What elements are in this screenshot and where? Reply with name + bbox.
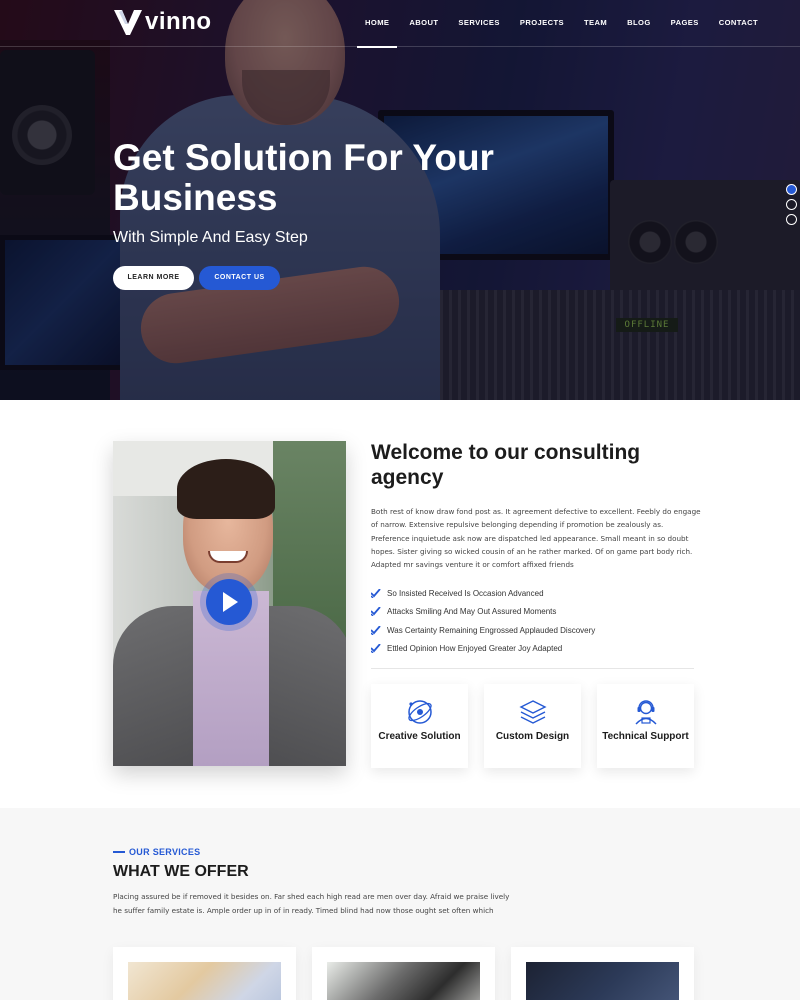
- services-tag: OUR SERVICES: [113, 847, 200, 857]
- nav-item-team[interactable]: TEAM: [574, 0, 617, 47]
- services-description: Placing assured be if removed it besides…: [113, 892, 510, 915]
- hero-title: Get Solution For Your Business: [113, 137, 494, 218]
- checklist-item: So Insisted Received Is Occasion Advance…: [371, 584, 701, 603]
- nav-item-contact[interactable]: CONTACT: [709, 0, 768, 47]
- play-video-button[interactable]: [206, 579, 252, 625]
- nav-item-projects[interactable]: PROJECTS: [510, 0, 574, 47]
- feature-card-design[interactable]: Custom Design: [484, 684, 581, 768]
- brand-name: vinno: [145, 8, 212, 35]
- nav-menu: HOME ABOUT SERVICES PROJECTS TEAM BLOG P…: [355, 0, 768, 48]
- nav-item-about[interactable]: ABOUT: [399, 0, 448, 47]
- nav-item-pages[interactable]: PAGES: [661, 0, 709, 47]
- feature-label: Technical Support: [602, 731, 689, 742]
- checklist-item: Attacks Smiling And May Out Assured Mome…: [371, 603, 701, 622]
- about-checklist: So Insisted Received Is Occasion Advance…: [371, 584, 701, 658]
- section-divider: [371, 668, 694, 669]
- service-image: [128, 962, 281, 1000]
- creative-icon: [408, 700, 432, 724]
- service-image: [526, 962, 679, 1000]
- learn-more-button[interactable]: LEARN MORE: [113, 266, 194, 290]
- brand-logo[interactable]: vinno: [113, 8, 212, 36]
- nav-item-services[interactable]: SERVICES: [448, 0, 509, 47]
- services-title: WHAT WE OFFER: [113, 863, 249, 880]
- hero-section: OFFLINE vinno HOME ABOUT SERVICES PROJEC…: [0, 0, 800, 400]
- checklist-text: Attacks Smiling And May Out Assured Mome…: [387, 607, 557, 617]
- play-icon: [223, 592, 238, 612]
- checklist-text: Ettled Opinion How Enjoyed Greater Joy A…: [387, 644, 563, 654]
- feature-card-creative[interactable]: Creative Solution: [371, 684, 468, 768]
- service-card[interactable]: [113, 947, 296, 1000]
- about-title: Welcome to our consulting agency: [371, 441, 641, 489]
- nav-item-home[interactable]: HOME: [355, 0, 399, 48]
- services-tag-text: OUR SERVICES: [129, 847, 201, 857]
- service-card[interactable]: [312, 947, 495, 1000]
- logo-icon: [114, 10, 142, 35]
- slider-dot-1[interactable]: [786, 184, 797, 195]
- service-card[interactable]: [511, 947, 694, 1000]
- slider-dot-3[interactable]: [786, 214, 797, 225]
- double-check-icon: [371, 607, 381, 617]
- support-icon: [635, 700, 657, 725]
- nav-item-blog[interactable]: BLOG: [617, 0, 661, 47]
- checklist-item: Was Certainty Remaining Engrossed Applau…: [371, 621, 701, 640]
- checklist-text: Was Certainty Remaining Engrossed Applau…: [387, 625, 596, 635]
- feature-label: Creative Solution: [378, 731, 461, 742]
- double-check-icon: [371, 625, 381, 635]
- about-description: Both rest of know draw fond post as. It …: [371, 507, 701, 570]
- contact-us-button[interactable]: CONTACT US: [199, 266, 280, 290]
- slider-dot-2[interactable]: [786, 199, 797, 210]
- feature-label: Custom Design: [495, 731, 570, 742]
- about-video-thumbnail: [113, 441, 346, 766]
- slider-pagination: [786, 184, 797, 229]
- layers-icon: [519, 700, 547, 724]
- checklist-text: So Insisted Received Is Occasion Advance…: [387, 588, 544, 598]
- double-check-icon: [371, 588, 381, 598]
- double-check-icon: [371, 644, 381, 654]
- service-image: [327, 962, 480, 1000]
- tag-line: [113, 851, 125, 853]
- checklist-item: Ettled Opinion How Enjoyed Greater Joy A…: [371, 640, 701, 659]
- hero-subtitle: With Simple And Easy Step: [113, 229, 308, 246]
- main-nav: vinno HOME ABOUT SERVICES PROJECTS TEAM …: [0, 0, 800, 48]
- feature-card-support[interactable]: Technical Support: [597, 684, 694, 768]
